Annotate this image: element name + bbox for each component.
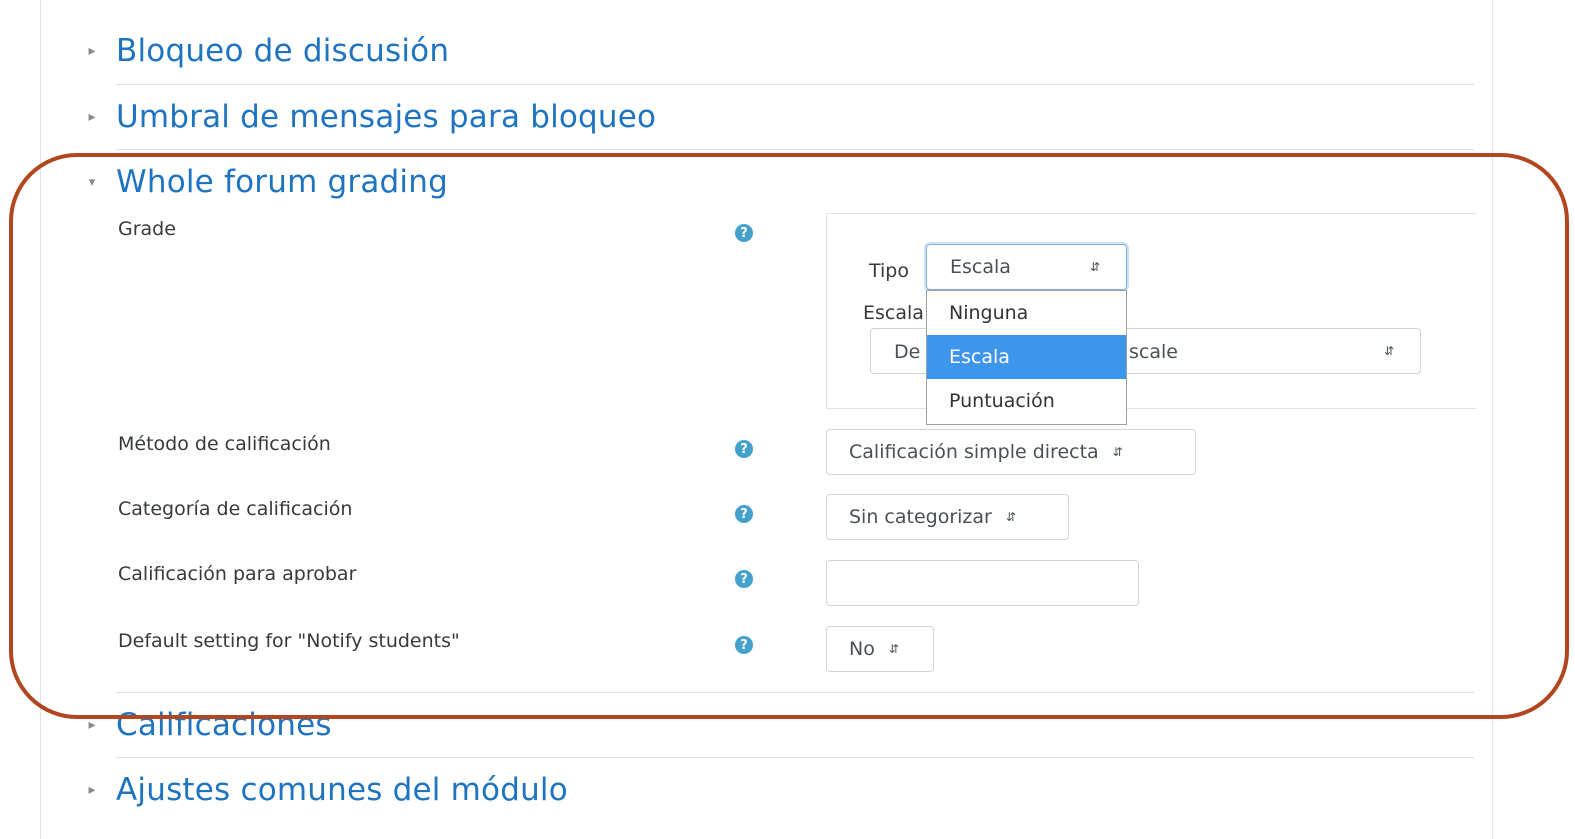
- question-circle-icon[interactable]: ?: [735, 570, 753, 588]
- metodo-select[interactable]: Calificación simple directa ⇵: [826, 429, 1196, 475]
- notify-label: Default setting for "Notify students": [118, 630, 460, 652]
- grade-scale-value-tail: scale: [1129, 341, 1178, 363]
- question-circle-icon[interactable]: ?: [735, 224, 753, 242]
- section-calificaciones-header[interactable]: ▸ Calificaciones: [88, 707, 332, 743]
- dropdown-option-ninguna[interactable]: Ninguna: [927, 291, 1126, 335]
- up-down-caret-icon: ⇵: [1089, 260, 1100, 274]
- grade-label: Grade: [118, 218, 176, 240]
- triangle-right-icon: ▸: [88, 782, 96, 798]
- categoria-label: Categoría de calificación: [118, 498, 353, 520]
- grade-type-value: Escala: [950, 256, 1011, 278]
- up-down-caret-icon: ⇵: [1005, 510, 1016, 524]
- question-circle-icon[interactable]: ?: [735, 440, 753, 458]
- grade-type-dropdown: Ninguna Escala Puntuación: [926, 290, 1127, 425]
- section-bloqueo-header[interactable]: ▸ Bloqueo de discusión: [88, 33, 449, 69]
- divider: [116, 692, 1474, 693]
- categoria-value: Sin categorizar: [849, 506, 992, 528]
- metodo-value: Calificación simple directa: [849, 441, 1099, 463]
- section-whole-forum-title[interactable]: Whole forum grading: [116, 164, 448, 200]
- triangle-right-icon: ▸: [88, 43, 96, 59]
- section-bloqueo-title[interactable]: Bloqueo de discusión: [116, 33, 449, 69]
- triangle-down-icon: ▾: [88, 174, 96, 190]
- notify-select[interactable]: No ⇵: [826, 626, 934, 672]
- question-circle-icon[interactable]: ?: [735, 636, 753, 654]
- up-down-caret-icon: ⇵: [888, 642, 899, 656]
- up-down-caret-icon: ⇵: [1383, 344, 1394, 358]
- divider: [116, 757, 1474, 758]
- section-calificaciones-title[interactable]: Calificaciones: [116, 707, 332, 743]
- notify-value: No: [849, 638, 875, 660]
- categoria-select[interactable]: Sin categorizar ⇵: [826, 494, 1069, 540]
- aprobar-input[interactable]: [826, 560, 1139, 606]
- divider: [116, 84, 1474, 85]
- divider: [116, 149, 1474, 150]
- section-umbral-header[interactable]: ▸ Umbral de mensajes para bloqueo: [88, 99, 656, 135]
- section-ajustes-header[interactable]: ▸ Ajustes comunes del módulo: [88, 772, 568, 808]
- dropdown-option-escala[interactable]: Escala: [927, 335, 1126, 379]
- triangle-right-icon: ▸: [88, 717, 96, 733]
- grade-scale-value-head: De: [894, 341, 921, 363]
- triangle-right-icon: ▸: [88, 109, 96, 125]
- section-whole-forum-header[interactable]: ▾ Whole forum grading: [89, 164, 448, 200]
- aprobar-label: Calificación para aprobar: [118, 563, 357, 585]
- section-umbral-title[interactable]: Umbral de mensajes para bloqueo: [116, 99, 656, 135]
- question-circle-icon[interactable]: ?: [735, 505, 753, 523]
- grade-type-select[interactable]: Escala ⇵: [926, 244, 1127, 290]
- escala-label: Escala: [863, 302, 924, 324]
- metodo-label: Método de calificación: [118, 433, 331, 455]
- up-down-caret-icon: ⇵: [1112, 445, 1123, 459]
- dropdown-option-puntuacion[interactable]: Puntuación: [927, 379, 1126, 423]
- tipo-label: Tipo: [869, 260, 909, 282]
- section-ajustes-title[interactable]: Ajustes comunes del módulo: [116, 772, 568, 808]
